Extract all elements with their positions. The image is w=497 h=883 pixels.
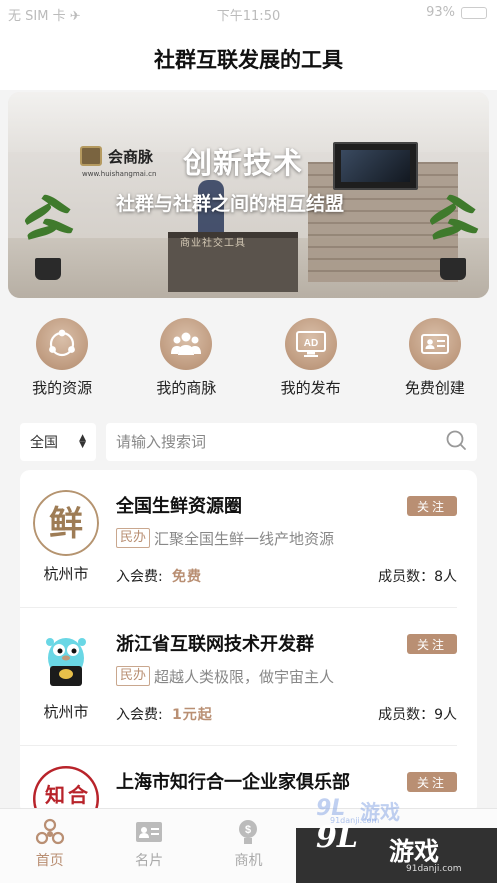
fee-label: 入会费: bbox=[116, 569, 163, 585]
banner-tv bbox=[333, 142, 418, 190]
group-description: 超越人类极限，做宇宙主人 bbox=[154, 668, 335, 686]
quick-nav-label: 我的商脉 bbox=[156, 379, 217, 397]
page-title: 社群互联发展的工具 bbox=[154, 48, 343, 72]
id-card-icon bbox=[408, 318, 461, 370]
list-item[interactable]: 鲜 杭州市 全国生鲜资源圈 关注 民办 汇聚全国生鲜一线产地资源 入会费: 免费… bbox=[20, 470, 457, 608]
logo-mark-icon bbox=[80, 146, 102, 166]
battery-percent: 93% bbox=[426, 5, 455, 20]
promo-banner[interactable]: 商业社交工具 会商脉 www.huishangmai.cn 创新技术 社群与社群… bbox=[8, 92, 489, 298]
updown-arrow-icon: ▲ ▼ bbox=[79, 433, 86, 450]
region-value: 全国 bbox=[30, 435, 58, 451]
group-type-badge: 民办 bbox=[116, 666, 151, 686]
battery-indicator: 93% bbox=[426, 5, 487, 20]
group-name: 上海市知行合一企业家俱乐部 bbox=[116, 772, 350, 793]
banner-subline: 社群与社群之间的相互结盟 bbox=[116, 193, 345, 215]
svg-text:鲜: 鲜 bbox=[49, 504, 83, 544]
quick-nav-label: 免费创建 bbox=[404, 379, 465, 397]
svg-text:合: 合 bbox=[68, 783, 89, 807]
member-count: 成员数：9人 bbox=[378, 707, 457, 723]
list-item[interactable]: 杭州市 浙江省互联网技术开发群 关注 民办 超越人类极限，做宇宙主人 入会费: … bbox=[20, 608, 457, 746]
quick-nav-label: 我的资源 bbox=[32, 379, 93, 397]
banner-desk-text: 商业社交工具 bbox=[180, 238, 246, 249]
quick-nav: 我的资源 我的商脉 AD 我的发布 免费创建 bbox=[0, 312, 497, 402]
fee-value: 1元起 bbox=[172, 707, 213, 723]
quick-nav-my-network[interactable]: 我的商脉 bbox=[124, 312, 248, 402]
follow-button[interactable]: 关注 bbox=[407, 634, 457, 654]
region-select[interactable]: 全国 ▲ ▼ bbox=[20, 423, 96, 461]
tab-label: 名片 bbox=[135, 853, 164, 869]
member-count: 成员数：8人 bbox=[378, 569, 457, 585]
card-icon bbox=[134, 817, 164, 847]
group-list: 鲜 杭州市 全国生鲜资源圈 关注 民办 汇聚全国生鲜一线产地资源 入会费: 免费… bbox=[20, 470, 477, 815]
quick-nav-my-resources[interactable]: 我的资源 bbox=[0, 312, 124, 402]
logo-url: www.huishangmai.cn bbox=[82, 170, 157, 178]
app-header: 社群互联发展的工具 bbox=[0, 26, 497, 90]
share-network-icon bbox=[36, 318, 89, 370]
search-box bbox=[106, 423, 477, 461]
follow-button[interactable]: 关注 bbox=[407, 496, 457, 516]
banner-logo: 会商脉 www.huishangmai.cn bbox=[80, 144, 200, 184]
fee-label: 入会费: bbox=[116, 707, 163, 723]
group-avatar-gopher bbox=[33, 628, 99, 694]
watermark-num: 9L bbox=[316, 820, 358, 855]
group-name: 浙江省互联网技术开发群 bbox=[116, 634, 314, 655]
tab-label: 首页 bbox=[35, 853, 64, 869]
follow-button[interactable]: 关注 bbox=[407, 772, 457, 792]
banner-plant-right bbox=[428, 190, 479, 280]
search-input[interactable] bbox=[116, 433, 445, 451]
group-description: 汇聚全国生鲜一线产地资源 bbox=[154, 530, 335, 548]
quick-nav-my-posts[interactable]: AD 我的发布 bbox=[249, 312, 373, 402]
quick-nav-create-free[interactable]: 免费创建 bbox=[373, 312, 497, 402]
home-icon bbox=[35, 817, 65, 847]
svg-text:知: 知 bbox=[45, 783, 65, 807]
clock: 下午11:50 bbox=[216, 9, 281, 24]
banner-plant-left bbox=[23, 190, 74, 280]
status-bar: 无 SIM 卡 ✈ 下午11:50 93% bbox=[0, 0, 497, 26]
fee-value: 免费 bbox=[172, 569, 202, 585]
watermark-text: 游戏 bbox=[389, 837, 440, 866]
group-avatar-fresh: 鲜 bbox=[33, 490, 99, 556]
group-name: 全国生鲜资源圈 bbox=[116, 496, 242, 517]
group-city: 杭州市 bbox=[43, 565, 89, 583]
quick-nav-label: 我的发布 bbox=[280, 379, 341, 397]
search-icon[interactable] bbox=[445, 429, 467, 455]
tab-card[interactable]: 名片 bbox=[99, 809, 198, 883]
group-type-badge: 民办 bbox=[116, 528, 151, 548]
money-bulb-icon: $ bbox=[233, 817, 263, 847]
watermark-url: 91danji.com bbox=[406, 864, 462, 874]
ad-monitor-icon: AD bbox=[284, 318, 337, 370]
group-people-icon bbox=[160, 318, 213, 370]
group-city: 杭州市 bbox=[43, 703, 89, 721]
banner-headline: 创新技术 bbox=[183, 146, 304, 180]
svg-text:AD: AD bbox=[303, 338, 317, 349]
logo-name: 会商脉 bbox=[108, 148, 154, 166]
search-row: 全国 ▲ ▼ bbox=[20, 423, 477, 461]
svg-text:$: $ bbox=[245, 824, 251, 836]
tab-label: 商机 bbox=[234, 853, 263, 869]
battery-icon bbox=[461, 6, 487, 19]
tab-opportunity[interactable]: $ 商机 bbox=[199, 809, 298, 883]
tab-home[interactable]: 首页 bbox=[0, 809, 99, 883]
site-watermark: 9L 游戏 91danji.com 9L 游戏 91danji.com bbox=[296, 796, 497, 883]
